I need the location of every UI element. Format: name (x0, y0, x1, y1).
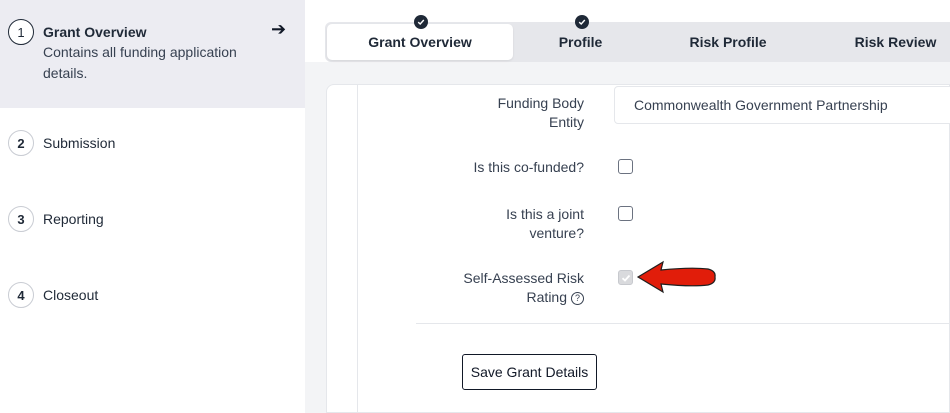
tab-label-risk-review: Risk Review (854, 34, 937, 50)
joint-venture-checkbox[interactable] (618, 206, 633, 221)
completed-check-icon (414, 15, 428, 29)
step-number-2: 2 (8, 130, 34, 156)
steps-sidebar: 1 Grant Overview Contains all funding ap… (0, 0, 305, 413)
step-closeout[interactable]: 4 Closeout (8, 282, 98, 308)
funding-body-input[interactable] (614, 86, 950, 124)
form-panel (326, 84, 950, 413)
step-number-4: 4 (8, 282, 34, 308)
risk-rating-label-group: Self-Assessed Risk Rating? (440, 269, 584, 307)
step-reporting[interactable]: 3 Reporting (8, 206, 104, 232)
risk-rating-checkbox (618, 270, 633, 285)
risk-rating-label: Self-Assessed Risk Rating (463, 270, 584, 305)
tab-risk-profile[interactable]: Risk Profile (648, 22, 808, 62)
step-title-submission: Submission (43, 135, 116, 151)
step-title-closeout: Closeout (43, 287, 99, 303)
step-number-3: 3 (8, 206, 34, 232)
step-title-reporting: Reporting (43, 211, 104, 227)
red-arrow-annotation (636, 260, 716, 294)
tab-grant-overview[interactable]: Grant Overview (327, 24, 513, 60)
step-grant-overview[interactable]: 1 Grant Overview Contains all funding ap… (8, 19, 253, 84)
cofunded-label: Is this co-funded? (473, 159, 584, 175)
tab-label-risk-profile: Risk Profile (689, 34, 767, 50)
joint-venture-label: Is this a joint venture? (506, 206, 584, 241)
funding-body-label: Funding Body Entity (497, 95, 584, 130)
arrow-right-icon[interactable]: ➔ (271, 19, 286, 40)
panel-divider-vertical (357, 85, 358, 413)
tab-label-grant-overview: Grant Overview (368, 34, 472, 50)
step-submission[interactable]: 2 Submission (8, 130, 115, 156)
step-title-grant-overview: Grant Overview (43, 24, 147, 40)
step-number-1: 1 (8, 19, 34, 45)
tab-label-profile: Profile (558, 34, 603, 50)
form-divider (416, 323, 950, 324)
help-icon[interactable]: ? (571, 292, 584, 305)
completed-check-icon (575, 15, 589, 29)
step-description: Contains all funding application details… (43, 44, 237, 81)
checkmark-icon (621, 274, 630, 282)
cofunded-checkbox[interactable] (618, 159, 633, 174)
save-grant-details-button[interactable]: Save Grant Details (462, 354, 597, 390)
tab-risk-review[interactable]: Risk Review (808, 22, 950, 62)
